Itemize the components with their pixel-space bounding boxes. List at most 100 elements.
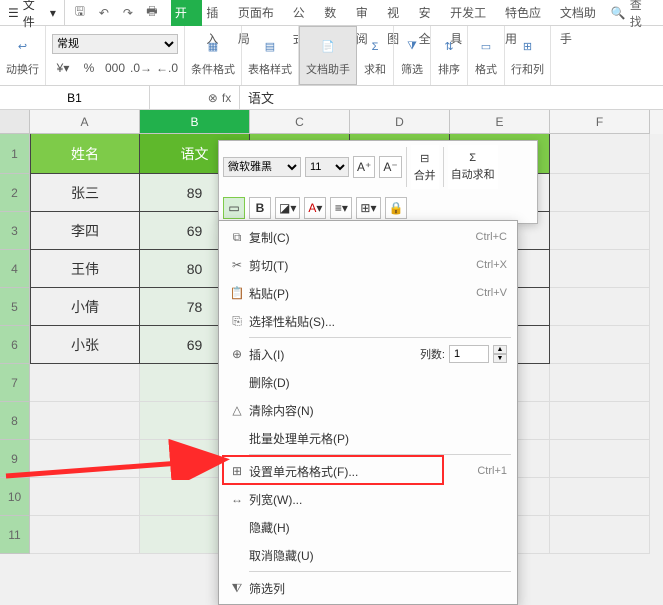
col-header-C[interactable]: C: [250, 110, 350, 134]
cell-A7[interactable]: [30, 364, 140, 402]
wrap-text-button[interactable]: ↩ 动换行: [0, 26, 46, 85]
ctx-batch[interactable]: 批量处理单元格(P): [219, 424, 517, 452]
ctx-col-width[interactable]: ↔ 列宽(W)...: [219, 485, 517, 513]
tab-devtools[interactable]: 开发工具: [446, 0, 501, 26]
undo-icon[interactable]: ↶: [93, 2, 115, 24]
cell-A9[interactable]: [30, 440, 140, 478]
cell-F2[interactable]: [550, 174, 650, 212]
cell-A4[interactable]: 王伟: [30, 250, 140, 288]
name-box[interactable]: [0, 86, 150, 110]
ctx-paste-special[interactable]: ⎘ 选择性粘贴(S)...: [219, 307, 517, 335]
tab-start[interactable]: 开始: [171, 0, 202, 26]
cell-F5[interactable]: [550, 288, 650, 326]
step-down[interactable]: ▼: [493, 354, 507, 363]
cell-A2[interactable]: 张三: [30, 174, 140, 212]
dec-decimal-icon[interactable]: ←.0: [156, 58, 178, 78]
fill-color-button[interactable]: ◪▾: [275, 197, 300, 219]
number-format-select[interactable]: 常规: [52, 34, 178, 54]
ctx-format-cells[interactable]: ⊞ 设置单元格格式(F)... Ctrl+1: [219, 457, 517, 485]
print-icon[interactable]: 🖶: [141, 2, 163, 24]
row-header[interactable]: 1: [0, 134, 30, 174]
row-header[interactable]: 7: [0, 364, 30, 402]
table-style-button[interactable]: ▤ 表格样式: [242, 26, 299, 85]
tab-dochelper[interactable]: 文档助手: [556, 0, 611, 26]
cond-format-button[interactable]: ▦ 条件格式: [185, 26, 242, 85]
border-button[interactable]: ⊞▾: [356, 197, 380, 219]
cell-F4[interactable]: [550, 250, 650, 288]
cell-A3[interactable]: 李四: [30, 212, 140, 250]
autosum-button[interactable]: Σ自动求和: [448, 145, 498, 189]
cell-F6[interactable]: [550, 326, 650, 364]
font-size-select[interactable]: 11: [305, 157, 349, 177]
file-menu[interactable]: ☰ 文件 ▾: [4, 0, 65, 26]
save-icon[interactable]: 🖫: [69, 2, 91, 24]
ctx-hide[interactable]: 隐藏(H): [219, 513, 517, 541]
cell-F1[interactable]: [550, 134, 650, 174]
col-header-D[interactable]: D: [350, 110, 450, 134]
grow-font-button[interactable]: A⁺: [353, 156, 375, 178]
tab-data[interactable]: 数据: [320, 0, 351, 26]
cell-A1[interactable]: 姓名: [30, 134, 140, 174]
cell-A6[interactable]: 小张: [30, 326, 140, 364]
row-header[interactable]: 4: [0, 250, 30, 288]
row-header[interactable]: 2: [0, 174, 30, 212]
tab-review[interactable]: 审阅: [352, 0, 383, 26]
format-button[interactable]: ▭ 格式: [468, 26, 505, 85]
doc-helper-button[interactable]: 📄 文档助手: [299, 26, 357, 85]
align-button[interactable]: ≡▾: [330, 197, 352, 219]
sort-button[interactable]: ⇅ 排序: [431, 26, 468, 85]
bold-button[interactable]: B: [249, 197, 271, 219]
format-painter-button[interactable]: ▭: [223, 197, 245, 219]
font-select[interactable]: 微软雅黑: [223, 157, 301, 177]
redo-icon[interactable]: ↷: [117, 2, 139, 24]
cell-A11[interactable]: [30, 516, 140, 554]
fx-button[interactable]: ⊗ fx: [200, 86, 240, 110]
row-header[interactable]: 3: [0, 212, 30, 250]
cell-A8[interactable]: [30, 402, 140, 440]
cell-F7[interactable]: [550, 364, 650, 402]
row-col-button[interactable]: ⊞ 行和列: [505, 26, 551, 85]
cell[interactable]: [550, 478, 650, 516]
tab-insert[interactable]: 插入: [202, 0, 233, 26]
row-header[interactable]: 9: [0, 440, 30, 478]
select-all-corner[interactable]: [0, 110, 30, 134]
ctx-clear[interactable]: △ 清除内容(N): [219, 396, 517, 424]
ctx-delete[interactable]: 删除(D): [219, 368, 517, 396]
currency-icon[interactable]: ¥▾: [52, 58, 74, 78]
tab-pagelayout[interactable]: 页面布局: [234, 0, 289, 26]
col-header-B[interactable]: B: [140, 110, 250, 134]
tab-security[interactable]: 安全: [415, 0, 446, 26]
row-header[interactable]: 10: [0, 478, 30, 516]
col-header-E[interactable]: E: [450, 110, 550, 134]
shrink-font-button[interactable]: A⁻: [379, 156, 401, 178]
comma-icon[interactable]: 000: [104, 58, 126, 78]
tab-formula[interactable]: 公式: [289, 0, 320, 26]
tab-special[interactable]: 特色应用: [501, 0, 556, 26]
percent-icon[interactable]: %: [78, 58, 100, 78]
row-header[interactable]: 6: [0, 326, 30, 364]
search-button[interactable]: 🔍 查找: [611, 0, 659, 30]
ctx-unhide[interactable]: 取消隐藏(U): [219, 541, 517, 569]
cell[interactable]: [550, 516, 650, 554]
font-color-button[interactable]: A▾: [304, 197, 326, 219]
cols-stepper[interactable]: ▲▼: [493, 345, 507, 363]
name-box-input[interactable]: [5, 91, 145, 105]
cell[interactable]: [550, 402, 650, 440]
ctx-copy[interactable]: ⧉ 复制(C) Ctrl+C: [219, 223, 517, 251]
step-up[interactable]: ▲: [493, 345, 507, 354]
row-header[interactable]: 11: [0, 516, 30, 554]
row-header[interactable]: 5: [0, 288, 30, 326]
col-header-F[interactable]: F: [550, 110, 650, 134]
cols-input[interactable]: [449, 345, 489, 363]
ctx-filter-col[interactable]: ⧨ 筛选列: [219, 574, 517, 602]
ctx-cut[interactable]: ✂ 剪切(T) Ctrl+X: [219, 251, 517, 279]
cell[interactable]: [550, 440, 650, 478]
row-header[interactable]: 8: [0, 402, 30, 440]
cell-A10[interactable]: [30, 478, 140, 516]
ctx-insert[interactable]: ⊕ 插入(I) 列数: ▲▼: [219, 340, 517, 368]
lock-button[interactable]: 🔒: [385, 197, 408, 219]
inc-decimal-icon[interactable]: .0→: [130, 58, 152, 78]
ctx-paste[interactable]: 📋 粘贴(P) Ctrl+V: [219, 279, 517, 307]
filter-button[interactable]: ⧩ 筛选: [394, 26, 431, 85]
sum-button[interactable]: Σ 求和: [357, 26, 394, 85]
